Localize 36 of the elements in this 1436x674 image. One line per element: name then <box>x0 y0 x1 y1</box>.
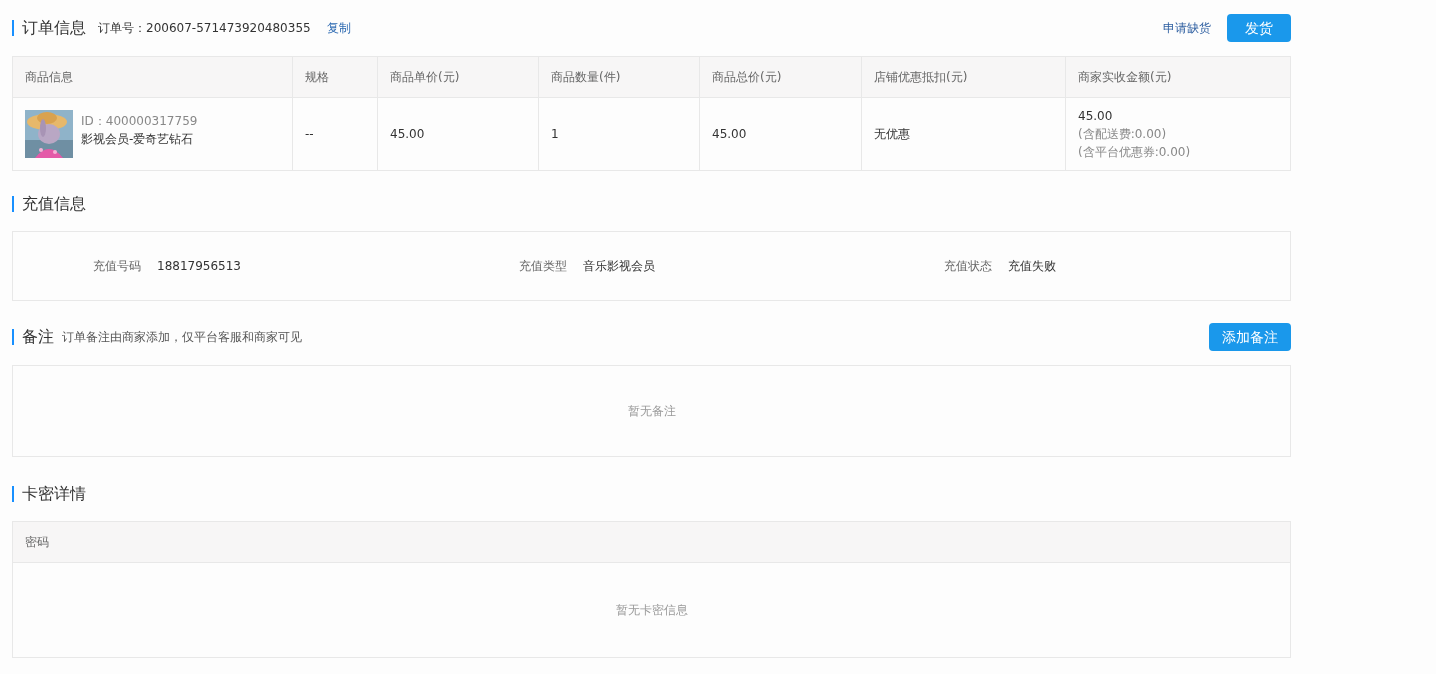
table-cell: -- <box>292 97 378 171</box>
product-name: 影视会员-爱奇艺钻石 <box>81 131 195 148</box>
ship-button[interactable]: 发货 <box>1227 14 1291 42</box>
section-title: 卡密详情 <box>12 486 86 502</box>
field-label: 充值号码 <box>93 258 141 275</box>
table-cell: 45.00 <box>377 97 539 171</box>
column-header: 商品总价(元) <box>699 56 862 98</box>
section-title: 备注 <box>12 329 54 345</box>
add-remark-button[interactable]: 添加备注 <box>1209 323 1291 351</box>
empty-text: 暂无卡密信息 <box>615 602 688 619</box>
column-header: 规格 <box>292 56 378 98</box>
field-value: 充值失败 <box>1008 258 1057 275</box>
column-header: 商品数量(件) <box>538 56 700 98</box>
field-label: 充值状态 <box>944 258 993 275</box>
section-title: 订单信息 <box>12 20 86 36</box>
field-value: 18817956513 <box>157 258 241 275</box>
column-header: 商品信息 <box>12 56 293 98</box>
column-header: 店铺优惠抵扣(元) <box>861 56 1066 98</box>
column-header: 商品单价(元) <box>377 56 539 98</box>
column-header: 密码 <box>24 534 50 551</box>
amount-line: 45.00 <box>1078 108 1114 125</box>
amount-line: (含配送费:0.00) <box>1078 126 1168 143</box>
field-label: 充值类型 <box>518 258 567 275</box>
copy-link[interactable]: 复制 <box>326 19 351 37</box>
column-header: 商家实收金额(元) <box>1065 56 1291 98</box>
order-number: 订单号：200607-571473920480355 <box>98 20 311 37</box>
amount-line: (含平台优惠券:0.00) <box>1078 144 1192 161</box>
section-title: 充值信息 <box>12 196 86 212</box>
table-cell: 无优惠 <box>861 97 1066 171</box>
product-id: ID：400000317759 <box>81 113 198 130</box>
request-stockout-link[interactable]: 申请缺货 <box>1163 19 1211 37</box>
field-value: 音乐影视会员 <box>582 258 655 275</box>
table-cell: 1 <box>538 97 700 171</box>
remarks-hint: 订单备注由商家添加，仅平台客服和商家可见 <box>62 329 302 346</box>
table-cell: 45.00 <box>699 97 862 171</box>
empty-text: 暂无备注 <box>627 403 676 420</box>
